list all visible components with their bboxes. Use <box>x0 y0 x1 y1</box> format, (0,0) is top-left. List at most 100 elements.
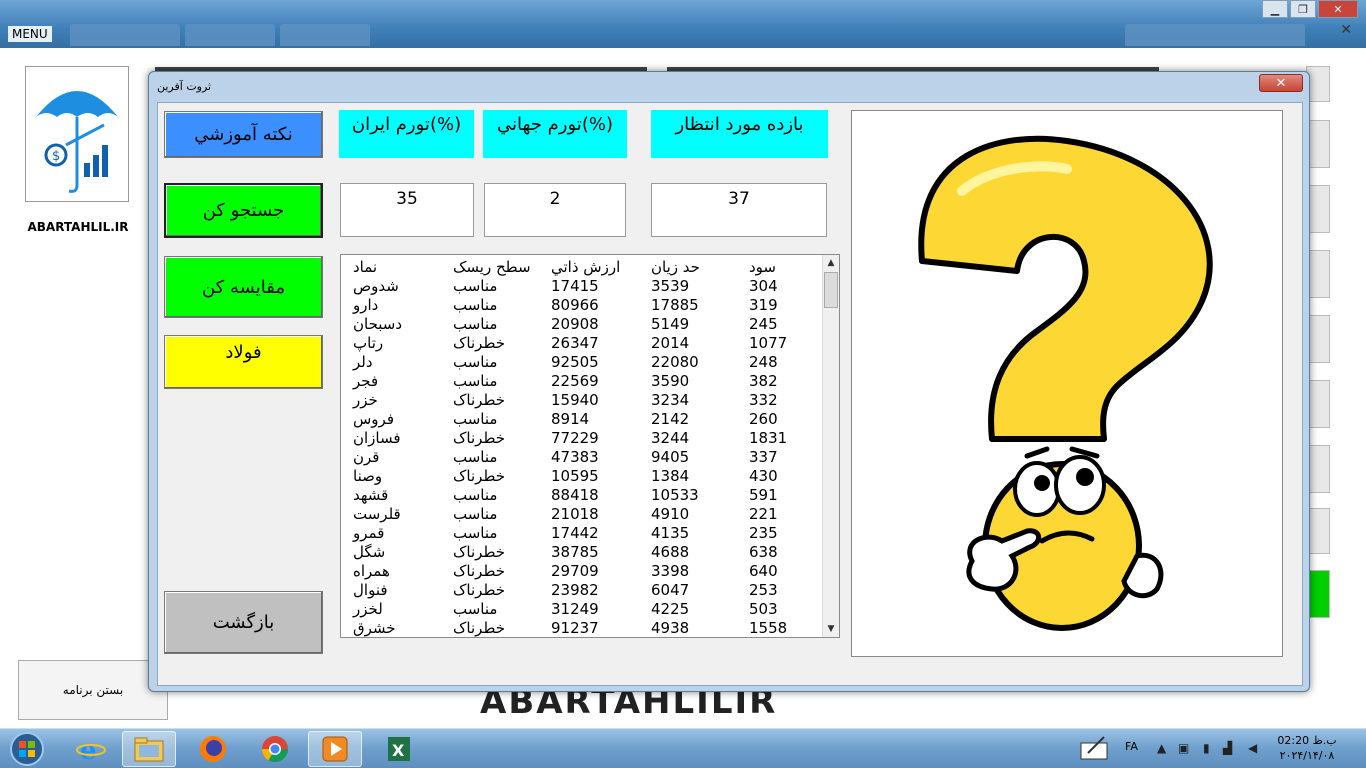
table-row[interactable]: خزر خطرناک 15940 3234 332 <box>341 391 823 410</box>
cell-profit: 382 <box>749 372 778 390</box>
dialog-title: ثروت آفرین <box>157 80 212 93</box>
steel-button[interactable]: فولاد <box>164 335 323 389</box>
cell-intrinsic-value: 31249 <box>551 600 599 618</box>
cell-intrinsic-value: 80966 <box>551 296 599 314</box>
cell-risk: خطرناک <box>453 391 506 409</box>
table-row[interactable]: دسبحان مناسب 20908 5149 245 <box>341 315 823 334</box>
cell-risk: مناسب <box>453 524 498 542</box>
taskbar-media-player[interactable] <box>308 731 362 767</box>
expected-return-label: بازده مورد انتظار <box>651 110 828 158</box>
windows-start-button[interactable] <box>0 731 54 767</box>
battery-icon[interactable]: ▮ <box>1203 741 1210 755</box>
table-row[interactable]: فجر مناسب 22569 3590 382 <box>341 372 823 391</box>
table-row[interactable]: فسازان خطرناک 77229 3244 1831 <box>341 429 823 448</box>
taskbar-excel[interactable]: X <box>372 731 426 767</box>
question-mark-thinking-face-icon <box>918 135 1213 631</box>
language-indicator[interactable]: FA <box>1125 740 1138 753</box>
table-row[interactable]: دلر مناسب 92505 22080 248 <box>341 353 823 372</box>
cell-profit: 640 <box>749 562 778 580</box>
table-row[interactable]: خشرق خطرناک 91237 4938 1558 <box>341 619 823 637</box>
taskbar-firefox[interactable] <box>186 731 240 767</box>
pen-tablet-icon[interactable] <box>1080 735 1110 764</box>
cell-risk: مناسب <box>453 448 498 466</box>
cell-risk: خطرناک <box>453 334 506 352</box>
cell-name: لخزر <box>353 600 383 618</box>
logo-text: ABARTAHLIL.IR <box>27 220 129 234</box>
menu-label[interactable]: MENU <box>8 26 52 42</box>
background-close-icon[interactable]: ✕ <box>1340 22 1352 38</box>
table-row[interactable]: شگل خطرناک 38785 4688 638 <box>341 543 823 562</box>
cell-loss-limit: 3590 <box>651 372 690 390</box>
taskbar-internet-explorer[interactable]: e <box>64 731 118 767</box>
cell-intrinsic-value: 77229 <box>551 429 599 447</box>
scroll-up-icon[interactable]: ▲ <box>823 255 839 271</box>
cell-intrinsic-value: 17442 <box>551 524 599 542</box>
minimize-button[interactable]: ▁ <box>1262 0 1288 18</box>
restore-button[interactable]: ❐ <box>1290 0 1316 18</box>
expected-return-field[interactable]: 37 <box>651 183 827 237</box>
stock-listbox[interactable]: نماد سطح ريسک ارزش ذاتي حد زيان سود شدوص… <box>340 254 840 638</box>
cell-intrinsic-value: 17415 <box>551 277 599 295</box>
cell-loss-limit: 3234 <box>651 391 690 409</box>
compare-button[interactable]: مقايسه کن <box>164 256 323 318</box>
table-row[interactable]: لخزر مناسب 31249 4225 503 <box>341 600 823 619</box>
table-row[interactable]: فنوال خطرناک 23982 6047 253 <box>341 581 823 600</box>
iran-inflation-field[interactable]: 35 <box>340 183 474 237</box>
table-row[interactable]: وصنا خطرناک 10595 1384 430 <box>341 467 823 486</box>
table-row[interactable]: قلرست مناسب 21018 4910 221 <box>341 505 823 524</box>
window-close-button[interactable]: ✕ <box>1318 0 1358 18</box>
table-row[interactable]: دارو مناسب 80966 17885 319 <box>341 296 823 315</box>
search-button[interactable]: جستجو کن <box>164 183 323 238</box>
volume-icon[interactable]: ◀ <box>1248 741 1257 755</box>
cell-risk: مناسب <box>453 277 498 295</box>
close-program-button[interactable]: بستن برنامه <box>18 660 168 720</box>
chrome-icon <box>261 736 289 763</box>
header-name: نماد <box>353 258 378 276</box>
table-row[interactable]: قمرو مناسب 17442 4135 235 <box>341 524 823 543</box>
network-error-icon[interactable]: ▣ <box>1178 741 1189 755</box>
taskbar-file-explorer[interactable] <box>122 731 176 767</box>
cell-risk: خطرناک <box>453 581 506 599</box>
cell-name: فسازان <box>353 429 401 447</box>
world-inflation-field[interactable]: 2 <box>484 183 626 237</box>
cell-profit: 638 <box>749 543 778 561</box>
cell-name: قمرو <box>353 524 385 542</box>
signal-icon[interactable]: ▟ <box>1223 741 1232 755</box>
system-clock[interactable]: 02:20 ب.ظ ۲۰۲۴/۱۴/۰۸ <box>1272 733 1342 763</box>
educational-tip-button[interactable]: نکته آموزشي <box>164 111 323 158</box>
cell-profit: 1831 <box>749 429 788 447</box>
cell-intrinsic-value: 10595 <box>551 467 599 485</box>
scroll-down-icon[interactable]: ▼ <box>823 621 839 637</box>
taskbar-chrome[interactable] <box>248 731 302 767</box>
cell-risk: خطرناک <box>453 543 506 561</box>
scrollbar-thumb[interactable] <box>824 272 838 308</box>
svg-text:$: $ <box>52 149 60 164</box>
cell-loss-limit: 3244 <box>651 429 690 447</box>
table-row[interactable]: همراه خطرناک 29709 3398 640 <box>341 562 823 581</box>
internet-explorer-icon: e <box>76 736 106 764</box>
cell-profit: 304 <box>749 277 778 295</box>
cell-intrinsic-value: 15940 <box>551 391 599 409</box>
cell-loss-limit: 4688 <box>651 543 690 561</box>
cell-profit: 430 <box>749 467 778 485</box>
table-row[interactable]: قشهد مناسب 88418 10533 591 <box>341 486 823 505</box>
back-button[interactable]: بازگشت <box>164 591 323 654</box>
umbrella-chart-logo-icon: $ <box>36 91 118 193</box>
listbox-scrollbar[interactable]: ▲ ▼ <box>822 255 839 637</box>
table-header-row: نماد سطح ريسک ارزش ذاتي حد زيان سود <box>341 258 823 277</box>
file-explorer-icon <box>134 737 164 762</box>
table-row[interactable]: قرن مناسب 47383 9405 337 <box>341 448 823 467</box>
cell-profit: 591 <box>749 486 778 504</box>
background-tab <box>70 24 180 46</box>
cell-intrinsic-value: 92505 <box>551 353 599 371</box>
show-hidden-icons-icon[interactable]: ▲ <box>1157 741 1166 755</box>
cell-profit: 337 <box>749 448 778 466</box>
dialog-close-button[interactable]: ✕ <box>1259 74 1303 92</box>
cell-name: قرن <box>353 448 380 466</box>
table-row[interactable]: شدوص مناسب 17415 3539 304 <box>341 277 823 296</box>
cell-name: همراه <box>353 562 390 580</box>
table-row[interactable]: رتاپ خطرناک 26347 2014 1077 <box>341 334 823 353</box>
svg-text:X: X <box>392 741 405 760</box>
header-profit: سود <box>749 258 776 276</box>
table-row[interactable]: فروس مناسب 8914 2142 260 <box>341 410 823 429</box>
